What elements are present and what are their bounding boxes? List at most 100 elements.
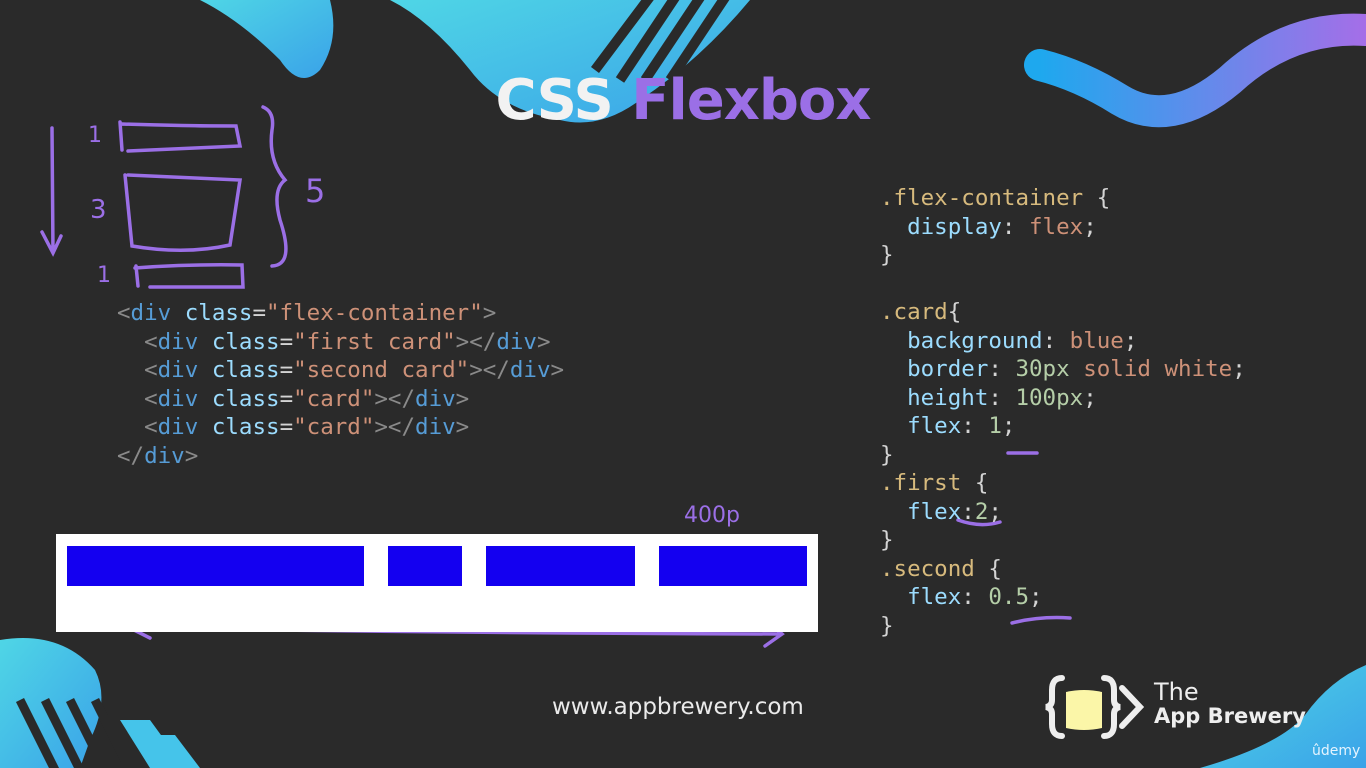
website-url: www.appbrewery.com <box>552 694 804 720</box>
code-token-plain: } <box>880 242 894 268</box>
app-brewery-logo-icon <box>1045 675 1144 739</box>
code-token-attr: class <box>184 300 253 326</box>
code-token-attr: class <box>211 357 280 383</box>
annotation-5: 5 <box>305 172 325 210</box>
code-token-sel: .card <box>880 299 948 325</box>
code-token-punc: < <box>117 300 131 326</box>
code-token-plain: { <box>974 555 1002 582</box>
code-token-plain: ; <box>1123 327 1138 354</box>
code-token-sel: .first <box>880 470 962 496</box>
code-token-tag: div <box>415 385 456 412</box>
code-token-tag: div <box>157 385 199 412</box>
code-token-punc: > <box>455 414 470 440</box>
html-code-block: <div class="flex-container"> <div class=… <box>117 299 564 470</box>
code-token-tag: div <box>415 414 456 440</box>
code-token-sel: .flex-container <box>880 185 1084 211</box>
code-line: } <box>880 526 1246 555</box>
code-token-str: "card" <box>293 385 375 412</box>
code-token-plain: ; <box>1232 356 1246 382</box>
card <box>486 546 635 586</box>
first-card <box>67 546 364 586</box>
code-token-prop: flex <box>907 498 962 525</box>
code-token-plain: : <box>988 356 1016 382</box>
code-line: .card{ <box>880 298 1246 327</box>
code-token-val: flex <box>1029 213 1084 240</box>
code-line: </div> <box>117 442 564 471</box>
css-code-block: .flex-container { display: flex;} .card{ … <box>880 184 1246 640</box>
code-line: display: flex; <box>880 213 1246 242</box>
code-token-plain: : <box>961 498 975 525</box>
code-token-prop: flex <box>907 584 962 610</box>
code-token-plain: : <box>988 384 1016 411</box>
code-token-tag: div <box>509 357 551 383</box>
code-token-plain: ; <box>1001 413 1016 439</box>
code-token-attr: class <box>211 414 280 440</box>
annotation-3: 3 <box>90 195 107 225</box>
annotation-1b: 1 <box>97 263 111 288</box>
code-line: } <box>880 241 1246 270</box>
code-token-num: 2 <box>974 498 989 525</box>
code-line: <div class="card"></div> <box>117 385 564 414</box>
code-token-prop: border <box>907 356 989 382</box>
code-line: <div class="card"></div> <box>117 413 564 442</box>
code-token-attr: class <box>211 385 280 412</box>
code-token-plain: = <box>279 357 294 383</box>
title-flexbox: Flexbox <box>631 68 871 133</box>
code-token-plain: { <box>961 470 989 496</box>
code-token-plain: = <box>252 300 267 326</box>
second-card <box>387 546 463 586</box>
code-line: <div class="first card"></div> <box>117 328 564 357</box>
code-line: height: 100px; <box>880 384 1246 413</box>
code-token-num: 30px <box>1015 356 1070 382</box>
udemy-watermark: ûdemy <box>1312 743 1361 759</box>
code-token-num: 0.5 <box>988 584 1030 610</box>
code-token-tag: div <box>157 414 199 440</box>
code-token-punc: < <box>144 414 158 440</box>
code-token-punc: > <box>550 357 565 383</box>
code-token-tag: div <box>157 357 199 383</box>
code-token-punc: > <box>184 442 199 469</box>
code-line: .second { <box>880 555 1246 584</box>
code-line: .flex-container { <box>880 184 1246 213</box>
page-title: CSS Flexbox <box>0 68 1366 133</box>
code-token-attr: class <box>211 328 280 355</box>
code-token-val: solid white <box>1083 356 1233 382</box>
code-token-plain: = <box>279 414 294 440</box>
code-token-tag: div <box>157 328 199 355</box>
brand-line-2: App Brewery <box>1154 704 1306 728</box>
code-token-punc: </ <box>117 442 145 469</box>
code-line: flex: 1; <box>880 412 1246 441</box>
code-line: <div class="second card"></div> <box>117 356 564 385</box>
code-token-punc: < <box>144 357 158 383</box>
code-token-plain: } <box>880 441 894 468</box>
code-line: <div class="flex-container"> <box>117 299 564 328</box>
code-token-punc: ></ <box>469 357 510 383</box>
code-token-punc: ></ <box>374 414 416 440</box>
code-token-prop: background <box>907 327 1043 354</box>
code-line: flex:2; <box>880 498 1246 527</box>
title-css: CSS <box>495 68 613 133</box>
code-token-num: 1 <box>988 413 1002 439</box>
code-token-punc: < <box>144 385 158 412</box>
card <box>658 546 807 586</box>
code-token-str: "second card" <box>293 357 470 383</box>
code-line: background: blue; <box>880 327 1246 356</box>
code-token-punc: > <box>482 300 497 326</box>
code-token-str: "first card" <box>293 328 456 355</box>
code-token-punc: > <box>455 385 470 412</box>
flex-demo-container <box>56 534 818 632</box>
code-token-plain: = <box>279 328 294 355</box>
code-token-prop: display <box>907 213 1002 240</box>
